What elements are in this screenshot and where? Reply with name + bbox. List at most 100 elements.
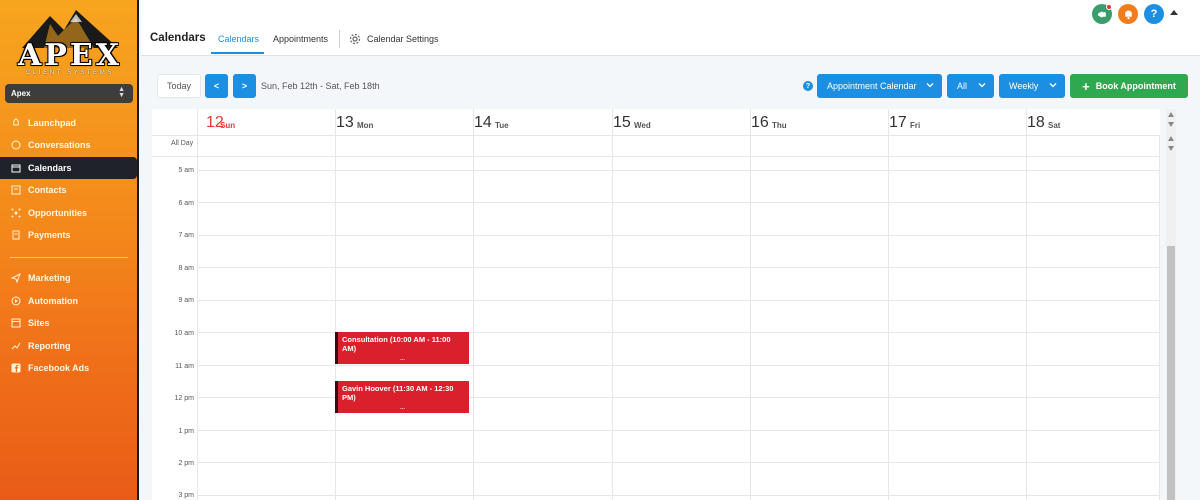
sidebar-item-label: Conversations xyxy=(28,140,91,150)
day-column-divider xyxy=(473,135,474,500)
chat-icon xyxy=(10,139,22,151)
day-name: Sat xyxy=(1048,121,1061,130)
day-number: 17 xyxy=(889,114,907,131)
hour-label: 10 am xyxy=(174,330,194,337)
automation-icon xyxy=(10,295,22,307)
day-header-tue[interactable]: 14 Tue xyxy=(473,109,612,135)
profile-caret-icon[interactable] xyxy=(1170,10,1178,15)
sidebar-item-label: Payments xyxy=(28,230,71,240)
sites-icon xyxy=(10,317,22,329)
contacts-icon xyxy=(10,184,22,196)
book-appointment-label: Book Appointment xyxy=(1095,81,1176,91)
event-more: ... xyxy=(400,356,406,362)
scroll-down-arrow-icon[interactable] xyxy=(1168,122,1174,127)
scroll-down-arrow-icon[interactable] xyxy=(1168,146,1174,151)
sidebar-item-label: Facebook Ads xyxy=(28,363,90,373)
view-select-value: Weekly xyxy=(1009,81,1039,91)
calendar-select[interactable]: Appointment Calendar xyxy=(817,74,942,98)
facebook-icon xyxy=(10,362,22,374)
page-title: Calendars xyxy=(150,32,206,44)
rocket-icon xyxy=(10,117,22,129)
day-name: Tue xyxy=(495,121,509,130)
hour-label: 3 pm xyxy=(178,492,194,499)
help-icon[interactable]: ? xyxy=(1144,4,1164,24)
day-number: 15 xyxy=(613,114,631,131)
day-name: Fri xyxy=(910,121,921,130)
prev-week-button[interactable]: < xyxy=(205,74,228,98)
account-switcher[interactable]: Apex ▲ ▼ xyxy=(5,84,133,103)
hour-line xyxy=(197,365,1160,366)
day-header-thu[interactable]: 16 Thu xyxy=(750,109,888,135)
tab-calendar-settings[interactable]: Calendar Settings xyxy=(367,34,439,44)
event-gavin-hoover[interactable]: Gavin Hoover (11:30 AM - 12:30 PM) ... xyxy=(335,381,469,413)
day-header-mon[interactable]: 13 Mon xyxy=(335,109,473,135)
plus-icon: + xyxy=(1082,78,1090,94)
scrollbar-thumb[interactable] xyxy=(1167,246,1175,500)
sidebar-item-conversations[interactable]: Conversations xyxy=(0,134,137,156)
app-root: APEX CLIENT SYSTEMS Apex ▲ ▼ Launchpad Co… xyxy=(0,0,1200,500)
hour-label: 7 am xyxy=(178,232,194,239)
today-button[interactable]: Today xyxy=(157,74,201,98)
day-column-divider xyxy=(612,135,613,500)
hour-line xyxy=(197,267,1160,268)
day-header-fri[interactable]: 17 Fri xyxy=(888,109,1026,135)
sidebar-item-reporting[interactable]: Reporting xyxy=(0,335,137,357)
day-number: 13 xyxy=(336,114,354,131)
sidebar-item-sites[interactable]: Sites xyxy=(0,312,137,334)
hour-label: 11 am xyxy=(175,363,194,370)
day-column-divider xyxy=(750,135,751,500)
day-name: Wed xyxy=(634,121,651,130)
day-column-divider xyxy=(888,135,889,500)
day-header-wed[interactable]: 15 Wed xyxy=(612,109,750,135)
top-header: Calendars Calendars Appointments Calenda… xyxy=(141,0,1200,56)
day-column-divider xyxy=(1159,135,1160,500)
hour-label: 9 am xyxy=(178,297,194,304)
tab-calendars[interactable]: Calendars xyxy=(218,34,259,44)
hour-label: 1 pm xyxy=(178,428,194,435)
filter-select[interactable]: All xyxy=(947,74,994,98)
sidebar-item-contacts[interactable]: Contacts xyxy=(0,179,137,201)
sidebar-item-label: Sites xyxy=(28,318,50,328)
filter-select-value: All xyxy=(957,81,968,91)
day-header-sat[interactable]: 18 Sat xyxy=(1026,109,1160,135)
sidebar-item-label: Launchpad xyxy=(28,118,77,128)
sidebar-item-label: Calendars xyxy=(28,163,72,173)
hour-line xyxy=(197,495,1160,496)
hour-line xyxy=(197,462,1160,463)
sidebar-item-opportunities[interactable]: Opportunities xyxy=(0,202,137,224)
account-name: Apex xyxy=(11,89,31,98)
all-day-label: All Day xyxy=(171,140,194,147)
bell-icon[interactable] xyxy=(1118,4,1138,24)
view-select[interactable]: Weekly xyxy=(999,74,1065,98)
sidebar-item-payments[interactable]: Payments xyxy=(0,224,137,246)
calendar-select-value: Appointment Calendar xyxy=(827,81,917,91)
megaphone-icon[interactable] xyxy=(1092,4,1112,24)
day-header-sun[interactable]: 12 Sun xyxy=(197,109,335,135)
sidebar-item-facebook-ads[interactable]: Facebook Ads xyxy=(0,357,137,379)
event-more: ... xyxy=(400,405,406,411)
day-column-divider xyxy=(335,135,336,500)
hour-line xyxy=(197,300,1160,301)
day-name: Mon xyxy=(357,121,374,130)
day-column-divider xyxy=(197,135,198,500)
tab-appointments[interactable]: Appointments xyxy=(273,34,328,44)
scroll-up-arrow-icon[interactable] xyxy=(1168,112,1174,117)
event-consultation[interactable]: Consultation (10:00 AM - 11:00 AM) ... xyxy=(335,332,469,364)
question-icon[interactable]: ? xyxy=(803,81,813,91)
apex-logo[interactable]: APEX CLIENT SYSTEMS xyxy=(14,8,126,76)
hour-line xyxy=(197,202,1160,203)
day-number: 16 xyxy=(751,114,769,131)
updown-chevron-icon: ▲ ▼ xyxy=(118,86,125,99)
hour-line xyxy=(197,430,1160,431)
sidebar-item-marketing[interactable]: Marketing xyxy=(0,267,137,289)
hour-label: 6 am xyxy=(178,200,194,207)
all-day-row[interactable] xyxy=(152,135,1160,157)
day-name: Sun xyxy=(220,121,236,130)
scroll-up-arrow-icon[interactable] xyxy=(1168,136,1174,141)
sidebar-item-automation[interactable]: Automation xyxy=(0,290,137,312)
next-week-button[interactable]: > xyxy=(233,74,256,98)
date-range-label: Sun, Feb 12th - Sat, Feb 18th xyxy=(261,81,380,91)
sidebar-item-calendars[interactable]: Calendars xyxy=(0,157,137,179)
book-appointment-button[interactable]: + Book Appointment xyxy=(1070,74,1188,98)
sidebar-item-launchpad[interactable]: Launchpad xyxy=(0,112,137,134)
